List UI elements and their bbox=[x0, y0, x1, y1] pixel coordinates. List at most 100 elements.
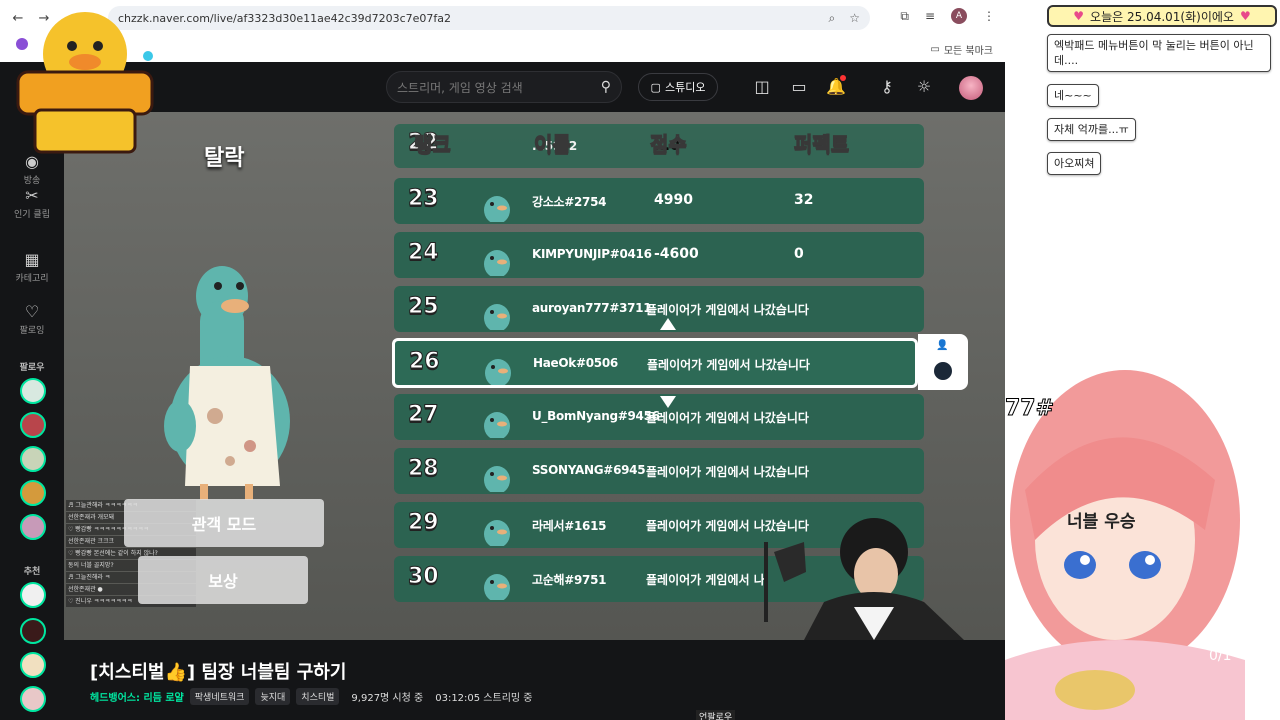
theme-sun-icon[interactable]: ☼ bbox=[914, 75, 934, 97]
row-player-name: KIMPYUNJIP#0416 bbox=[532, 247, 652, 261]
heart-icon: ♡ bbox=[24, 302, 40, 321]
leaderboard-row: 25 auroyan777#3711 플레이어가 게임에서 나갔습니다 bbox=[394, 286, 924, 332]
search-icon[interactable]: ⚲ bbox=[601, 79, 611, 95]
player-avatar bbox=[484, 574, 510, 600]
sidebar-item-following[interactable]: ♡ 팔로잉 bbox=[0, 302, 64, 336]
row-player-name: 고순해#9751 bbox=[532, 573, 607, 587]
cheese-icon[interactable]: ◫ bbox=[752, 75, 772, 97]
row-rank: 27 bbox=[408, 402, 440, 428]
search-placeholder: 스트리머, 게임 영상 검색 bbox=[397, 80, 523, 95]
recommend-section-head: 추천 bbox=[23, 567, 41, 577]
heart-icon: ♥ bbox=[1239, 9, 1251, 23]
reward-button[interactable]: 보상 bbox=[138, 556, 308, 604]
row-rank: 30 bbox=[408, 564, 440, 590]
scroll-down-icon[interactable] bbox=[660, 396, 676, 408]
tag-chip[interactable]: 팍생네트워크 bbox=[189, 688, 250, 705]
search-input[interactable]: 스트리머, 게임 영상 검색 ⚲ bbox=[386, 71, 622, 103]
category-link[interactable]: 헤드뱅어스: 리듬 로얄 bbox=[90, 689, 184, 704]
tag-chip[interactable]: 치스티벌 bbox=[296, 688, 340, 705]
follow-section-head: 팔로우 bbox=[19, 363, 45, 373]
leaderboard-row: 28 SSONYANG#6945 플레이어가 게임에서 나갔습니다 bbox=[394, 448, 924, 494]
unfollow-tooltip: 언팔로우 bbox=[696, 710, 736, 720]
row-player-name: SSONYANG#6945 bbox=[532, 463, 646, 477]
header-score: 점수 bbox=[650, 132, 688, 157]
vtuber-sign-text: 너블 우승 bbox=[1067, 512, 1136, 532]
chistival-logo bbox=[16, 12, 154, 154]
row-score: -4600 bbox=[654, 246, 699, 262]
studio-icon: ▢ bbox=[650, 80, 661, 94]
menu-kebab-icon[interactable]: ⋮ bbox=[983, 9, 995, 23]
bookmark-star-icon[interactable]: ☆ bbox=[849, 11, 860, 26]
url-text: chzzk.naver.com/live/af3323d30e11ae42c39… bbox=[118, 11, 452, 25]
sidebar-item-category[interactable]: ▦ 카테고리 bbox=[0, 250, 64, 284]
stream-uptime: 03:12:05 스트리밍 중 bbox=[435, 693, 533, 704]
recommended-channel-avatar[interactable] bbox=[20, 582, 46, 608]
studio-button[interactable]: ▢ 스튜디오 bbox=[638, 73, 718, 101]
player-avatar bbox=[484, 412, 510, 438]
edge-text: 77# bbox=[1004, 396, 1055, 422]
address-bar[interactable]: chzzk.naver.com/live/af3323d30e11ae42c39… bbox=[108, 6, 870, 30]
row-score: 4990 bbox=[654, 192, 693, 208]
all-bookmarks-link[interactable]: 모든 북마크 bbox=[944, 42, 993, 57]
extensions-icon[interactable]: ⧉ bbox=[900, 9, 909, 24]
key-icon[interactable]: ⚷ bbox=[877, 75, 897, 97]
player-avatar bbox=[485, 359, 511, 385]
scroll-up-icon[interactable] bbox=[660, 318, 676, 330]
streamer-webcam bbox=[764, 518, 964, 640]
row-player-name: 라레서#1615 bbox=[532, 519, 607, 533]
sidebar-item-clips[interactable]: ✂ 인기 클립 bbox=[0, 186, 64, 220]
chat-bubble: 아오찌쳐 bbox=[1047, 152, 1102, 175]
user-avatar[interactable] bbox=[959, 76, 983, 100]
row-player-name: 강소소#2754 bbox=[532, 195, 607, 209]
recommended-channel-avatar[interactable] bbox=[20, 652, 46, 678]
row-rank: 26 bbox=[409, 349, 441, 375]
steam-icon bbox=[934, 362, 952, 380]
ticket-icon[interactable]: ▭ bbox=[789, 75, 809, 97]
row-left-status: 플레이어가 게임에서 나 bbox=[646, 573, 765, 587]
player-avatar bbox=[484, 250, 510, 276]
header-rank: 랭크 bbox=[414, 132, 452, 157]
header-name: 이름 bbox=[534, 132, 572, 157]
zoom-icon[interactable]: ⌕ bbox=[829, 11, 836, 26]
player-platform-panel: 👤 bbox=[918, 334, 968, 390]
chat-bubble: 자체 억까를...ㅠ bbox=[1047, 118, 1136, 141]
followed-channel-avatar[interactable] bbox=[20, 412, 46, 438]
player-avatar bbox=[484, 466, 510, 492]
followed-channel-avatar[interactable] bbox=[20, 446, 46, 472]
row-rank: 23 bbox=[408, 186, 440, 212]
player-avatar bbox=[484, 304, 510, 330]
row-player-name: U_BomNyang#9456 bbox=[532, 409, 660, 423]
media-icon[interactable]: ≡ bbox=[925, 9, 935, 23]
leaderboard-row: 24 KIMPYUNJIP#0416 -4600 0 bbox=[394, 232, 924, 278]
stream-info: [치스티벌👍] 팀장 너블팀 구하기 헤드뱅어스: 리듬 로얄 팍생네트워크 늦… bbox=[64, 640, 1005, 720]
header-perfect: 퍼펙트 bbox=[793, 132, 850, 157]
followed-channel-avatar[interactable] bbox=[20, 514, 46, 540]
studio-label: 스튜디오 bbox=[664, 81, 706, 94]
viewer-count: 9,927명 시청 중 bbox=[351, 693, 424, 704]
stream-title: [치스티벌👍] 팀장 너블팀 구하기 bbox=[90, 662, 347, 683]
notification-dot bbox=[840, 75, 846, 81]
row-left-status: 플레이어가 게임에서 나갔습니다 bbox=[646, 465, 809, 479]
tag-chip[interactable]: 늦지대 bbox=[255, 688, 291, 705]
profile-avatar[interactable]: A bbox=[951, 8, 967, 24]
row-rank: 28 bbox=[408, 456, 440, 482]
video-player[interactable]: 탈락 22 ...5992 ...0 랭크 이름 점수 퍼펙트 23 강소소#2… bbox=[64, 112, 1005, 640]
row-left-status: 플레이어가 게임에서 나갔습니다 bbox=[647, 358, 810, 372]
bell-icon[interactable]: 🔔 bbox=[826, 75, 846, 97]
date-banner: ♥ 오늘은 25.04.01(화)이에오 ♥ bbox=[1047, 5, 1277, 27]
grid-icon: ▦ bbox=[24, 250, 40, 269]
person-icon: 👤 bbox=[936, 340, 949, 351]
followed-channel-avatar[interactable] bbox=[20, 378, 46, 404]
eliminated-label: 탈락 bbox=[204, 146, 245, 171]
spectate-mode-button[interactable]: 관객 모드 bbox=[124, 499, 324, 547]
stream-screen: ← → chzzk.naver.com/live/af3323d30e11ae4… bbox=[0, 0, 1280, 720]
leaderboard-row: 26 HaeOk#0506 플레이어가 게임에서 나갔습니다 bbox=[392, 338, 918, 388]
vtuber-overlay-panel: ♥ 오늘은 25.04.01(화)이에오 ♥ 엑박패드 메뉴버튼이 막 눌리는 … bbox=[1004, 0, 1280, 720]
row-rank: 25 bbox=[408, 294, 440, 320]
followed-channel-avatar[interactable] bbox=[20, 480, 46, 506]
row-perfect: 0 bbox=[794, 246, 804, 262]
recommended-channel-avatar[interactable] bbox=[20, 618, 46, 644]
chat-bubble: 엑박패드 메뉴버튼이 막 눌리는 버튼이 아닌데.... bbox=[1047, 34, 1271, 72]
row-player-name: auroyan777#3711 bbox=[532, 301, 652, 315]
recommended-channel-avatar[interactable] bbox=[20, 686, 46, 712]
